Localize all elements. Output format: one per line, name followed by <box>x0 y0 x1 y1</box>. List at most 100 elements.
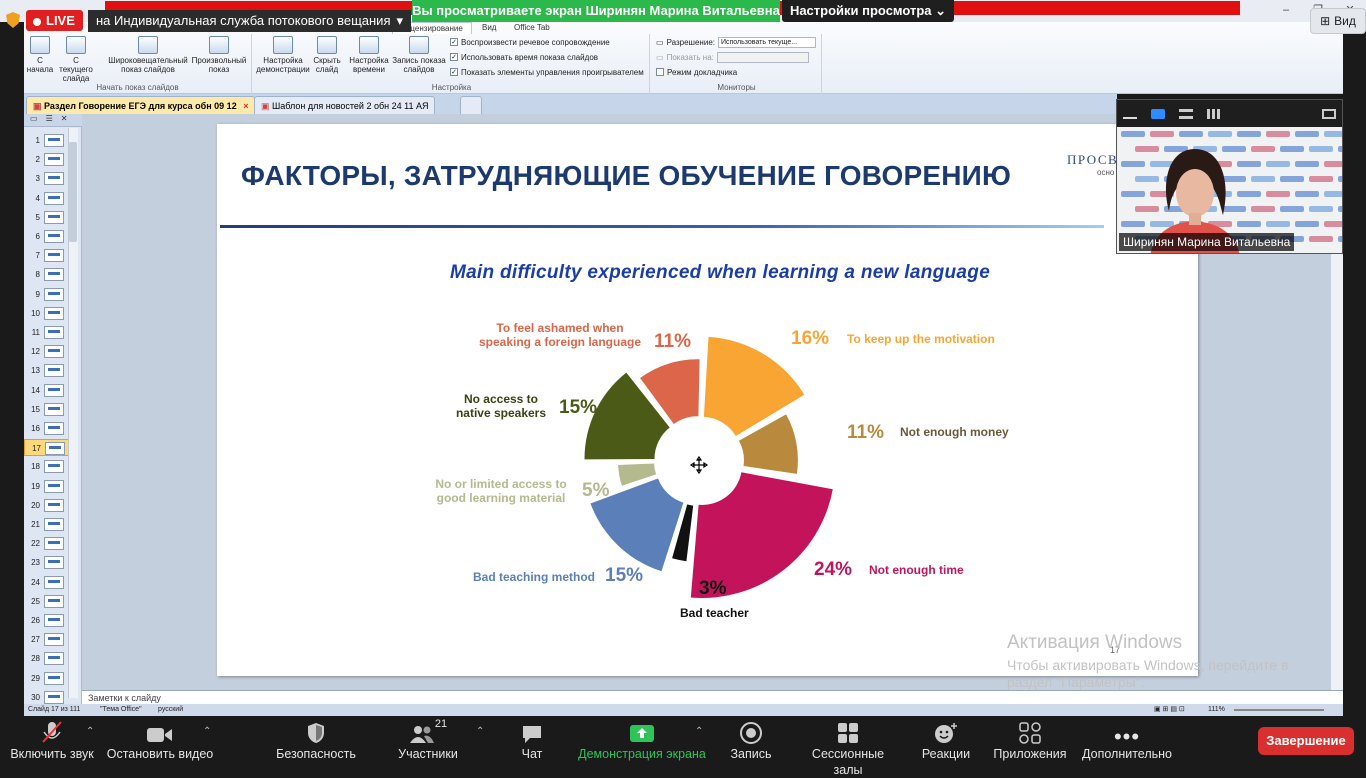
strip-view-icon[interactable] <box>1179 108 1193 119</box>
slide-thumbnail[interactable]: 17 <box>24 439 74 457</box>
slide-thumbnail[interactable]: 3 <box>24 170 74 187</box>
slide-thumbnail[interactable]: 4 <box>24 190 74 207</box>
backdrop-logo <box>1150 131 1174 137</box>
new-tab-button[interactable] <box>460 96 482 114</box>
backdrop-logo <box>1251 206 1275 212</box>
slide-thumbnail[interactable]: 27 <box>24 631 74 648</box>
speaker-view-icon[interactable] <box>1151 108 1165 119</box>
chat-button[interactable]: Чат <box>510 716 554 768</box>
pct-method: 15% <box>605 565 643 586</box>
participant-video[interactable]: Ширинян Марина Витальевна <box>1116 99 1343 254</box>
participants-button[interactable]: 21 Участники <box>392 716 464 768</box>
apps-button[interactable]: Приложения <box>990 716 1070 768</box>
security-button[interactable]: Безопасность <box>272 716 360 768</box>
participants-caret[interactable]: ⌃ <box>476 726 484 737</box>
slide-thumbnail[interactable]: 12 <box>24 343 74 360</box>
resolution-dropdown[interactable]: Использовать текуще... <box>717 36 816 48</box>
mute-button[interactable]: Включить звук <box>8 716 96 768</box>
slide-thumbnail[interactable]: 11 <box>24 324 74 341</box>
from-beginning-label-2: начала <box>26 65 54 74</box>
slide-thumbnail[interactable]: 21 <box>24 516 74 533</box>
slide-thumbnail[interactable]: 6 <box>24 228 74 245</box>
notes-pane[interactable]: Заметки к слайду <box>82 690 1343 704</box>
mute-label: Включить звук <box>10 747 94 761</box>
slide-thumbnail[interactable]: 8 <box>24 266 74 283</box>
live-badge[interactable]: LIVE <box>26 9 83 31</box>
video-options-caret[interactable]: ⌃ <box>203 726 211 737</box>
rehearse-timings-button[interactable]: Настройка времени <box>348 36 390 74</box>
slide-thumbnail[interactable]: 5 <box>24 209 74 226</box>
slide-thumbnail[interactable]: 25 <box>24 593 74 610</box>
show-on-dropdown[interactable] <box>716 51 809 63</box>
slide-thumbnail-image <box>44 422 64 435</box>
share-screen-button[interactable]: Демонстрация экрана <box>578 716 706 768</box>
stop-video-label: Остановить видео <box>106 747 214 761</box>
slide-thumbnail[interactable]: 10 <box>24 305 74 322</box>
minimize-video-icon[interactable] <box>1123 109 1137 119</box>
pop-out-icon[interactable] <box>1322 108 1336 119</box>
reactions-button[interactable]: Реакции <box>918 716 974 768</box>
slide-thumbnail[interactable]: 9 <box>24 286 74 303</box>
setup-show-button[interactable]: Настройка демонстрации <box>254 36 312 74</box>
breakout-rooms-button[interactable]: Сессионные залы <box>796 716 900 777</box>
slide-thumbnail[interactable]: 28 <box>24 650 74 667</box>
hide-slide-button[interactable]: Скрыть слайд <box>312 36 342 74</box>
gallery-view-icon[interactable] <box>1207 108 1221 119</box>
view-button[interactable]: ⊞ Вид <box>1310 8 1366 34</box>
audio-options-caret[interactable]: ⌃ <box>86 726 94 737</box>
camera-icon <box>147 728 172 742</box>
share-options-caret[interactable]: ⌃ <box>695 726 703 737</box>
tab-document-1[interactable]: ▣ Раздел Говорение ЕГЭ для курса обн 09 … <box>26 96 256 114</box>
slide-thumbnail[interactable]: 14 <box>24 382 74 399</box>
slide-thumbnail[interactable]: 22 <box>24 535 74 552</box>
minimize-icon[interactable]: – <box>1270 0 1302 22</box>
stop-video-button[interactable]: Остановить видео <box>106 716 214 768</box>
slide-thumbnail[interactable]: 19 <box>24 478 74 495</box>
slide-thumbnail[interactable]: 24 <box>24 574 74 591</box>
slide-thumbnail[interactable]: 2 <box>24 151 74 168</box>
panel-tabs: ▭ ☰ ✕ <box>24 114 82 127</box>
slide-thumbnail-image <box>44 287 64 301</box>
record-button[interactable]: Запись <box>722 716 780 768</box>
outline-view-icon[interactable]: ☰ <box>46 114 53 126</box>
presenter-view-checkbox[interactable]: Режим докладчика <box>656 66 737 78</box>
timer-icon <box>359 36 379 54</box>
use-timings-checkbox[interactable]: ✓ Использовать время показа слайдов <box>450 51 598 63</box>
from-current-button[interactable]: С текущего слайда <box>56 36 96 83</box>
slide-thumbnail[interactable]: 16 <box>24 420 74 437</box>
slide-thumbnail[interactable]: 7 <box>24 247 74 264</box>
tab-office-tab[interactable]: Office Tab <box>506 22 558 34</box>
zoom-slider[interactable] <box>1234 709 1324 711</box>
slide-thumbnail[interactable]: 13 <box>24 362 74 379</box>
live-indicator[interactable]: LIVE <box>0 8 89 32</box>
from-beginning-button[interactable]: Сначала <box>26 36 54 74</box>
tab-document-2[interactable]: ▣ Шаблон для новостей 2 обн 24 11 АЯ <box>254 96 436 114</box>
slide-thumbnail[interactable]: 23 <box>24 554 74 571</box>
tab-view[interactable]: Вид <box>474 22 504 34</box>
breakout-rooms-icon <box>838 723 858 743</box>
record-show-button[interactable]: Запись показа слайдов <box>390 36 448 74</box>
slide-thumbnail-number: 25 <box>31 596 40 606</box>
play-narrations-checkbox[interactable]: ✓ Воспроизвести речевое сопровождение <box>450 36 610 48</box>
slide-thumbnail[interactable]: 15 <box>24 401 74 418</box>
more-button[interactable]: ••• Дополнительно <box>1080 716 1174 768</box>
panel-scrollbar[interactable] <box>68 128 78 698</box>
slide-thumbnail[interactable]: 20 <box>24 497 74 514</box>
close-tab-icon[interactable]: × <box>243 101 248 111</box>
show-media-controls-checkbox[interactable]: ✓ Показать элементы управления проигрыват… <box>450 66 644 78</box>
stream-title-menu[interactable]: на Индивидуальная служба потокового веща… <box>88 10 412 32</box>
slide-thumbnail[interactable]: 29 <box>24 670 74 687</box>
setup-label-2: демонстрации <box>256 65 310 74</box>
view-buttons[interactable]: ▣ ⊞ ▤ ⊡ <box>1154 704 1185 716</box>
view-options-button[interactable]: Настройки просмотра ⌄ <box>782 0 954 22</box>
close-panel-icon[interactable]: ✕ <box>61 114 68 126</box>
slide-thumbnail[interactable]: 1 <box>24 132 74 149</box>
slides-view-icon[interactable]: ▭ <box>30 114 38 126</box>
custom-show-button[interactable]: Произвольный показ <box>190 36 248 74</box>
from-beginning-label-1: С <box>37 56 43 65</box>
end-meeting-button[interactable]: Завершение <box>1258 727 1354 755</box>
broadcast-button[interactable]: Широковещательный показ слайдов <box>106 36 190 74</box>
scrollbar-thumb[interactable] <box>69 142 77 242</box>
slide-thumbnail[interactable]: 26 <box>24 612 74 629</box>
slide-thumbnail[interactable]: 18 <box>24 458 74 475</box>
